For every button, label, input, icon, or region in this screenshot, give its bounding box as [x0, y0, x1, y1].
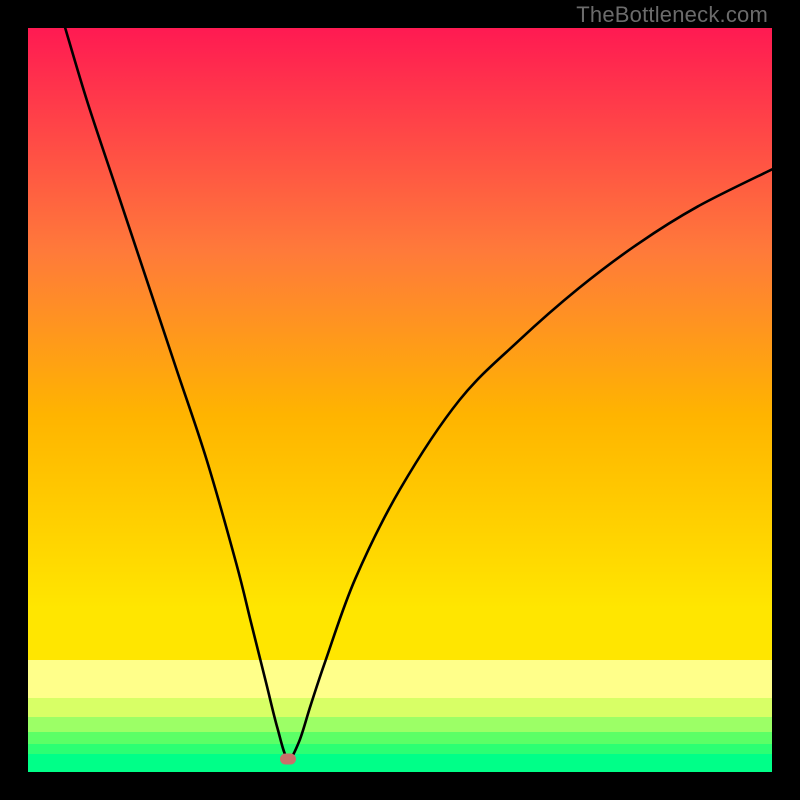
- optimum-marker: [280, 753, 296, 764]
- watermark-label: TheBottleneck.com: [576, 2, 768, 28]
- chart-frame: TheBottleneck.com: [0, 0, 800, 800]
- bottleneck-curve: [28, 28, 772, 772]
- plot-area: [28, 28, 772, 772]
